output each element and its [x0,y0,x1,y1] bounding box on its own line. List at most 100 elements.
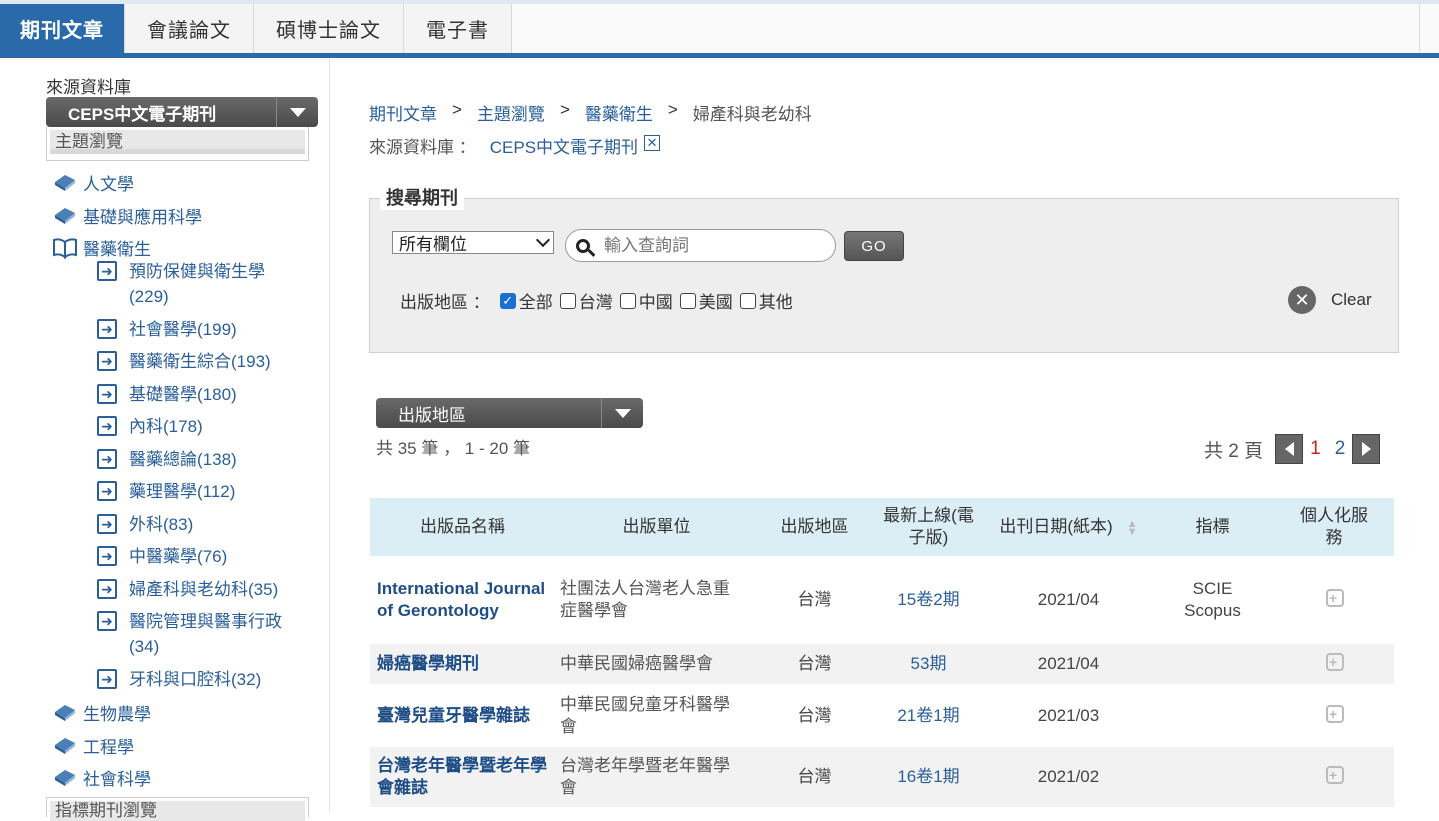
closed-book-icon [52,767,78,789]
sidebar-item-label: 醫藥衛生 [83,240,151,259]
search-icon [576,238,590,253]
latest-issue-link[interactable]: 15卷2期 [871,556,986,644]
arrow-right-icon: ➜ [97,611,117,631]
closed-book-icon [52,702,78,724]
region-option-label: 全部 [518,293,553,312]
region-cell: 台灣 [797,705,832,725]
region-option-taiwan[interactable]: 台灣 [559,288,613,313]
sort-select[interactable]: 出版地區 [376,398,643,428]
latest-issue-link[interactable]: 16卷1期 [871,747,986,807]
add-to-favorites-icon[interactable]: + [1323,704,1345,723]
sidebar-item-social-science[interactable]: 社會科學 [52,765,151,790]
search-field-select[interactable]: 所有欄位 [392,231,554,254]
arrow-right-icon: ➜ [97,319,117,339]
subcategory-item[interactable]: ➜ 醫藥衛生綜合(193) [97,349,317,374]
publisher-cell: 台灣老年學暨老年醫學會 [560,756,730,797]
add-to-favorites-icon[interactable]: + [1323,652,1345,671]
journal-title-link[interactable]: 婦癌醫學期刊 [370,644,555,684]
checkbox[interactable] [739,292,756,309]
sort-select-value: 出版地區 [398,405,466,425]
region-cell: 台灣 [797,767,832,786]
arrow-right-icon: ➜ [97,384,117,404]
region-cell: 台灣 [797,654,832,673]
sidebar-item-label: 社會科學 [83,770,151,789]
source-filter-value: CEPS中文電子期刊 [489,138,639,157]
personal-cell: + [1274,556,1394,644]
checkbox[interactable] [679,292,696,309]
breadcrumb-medicine-health[interactable]: 醫藥衛生 [585,100,653,125]
subcategory-item[interactable]: ➜ 中醫藥學(76) [97,544,317,569]
subcategory-label: 藥理醫學(112) [129,482,236,501]
subcategory-item[interactable]: ➜ 藥理醫學(112) [97,479,317,504]
region-option-other[interactable]: 其他 [739,288,793,313]
source-db-select[interactable]: CEPS中文電子期刊 [46,97,318,127]
clear-label: Clear [1331,290,1372,309]
subcategory-item[interactable]: ➜ 牙科與口腔科(32) [97,667,317,692]
sidebar-item-bio-agriculture[interactable]: 生物農學 [52,700,151,725]
add-to-favorites-icon[interactable]: + [1323,588,1345,607]
latest-issue-link[interactable]: 21卷1期 [871,684,986,747]
tab-conference-papers[interactable]: 會議論文 [125,4,254,53]
sidebar-item-label: 工程學 [83,738,134,757]
sidebar-item-label: 人文學 [83,175,134,194]
latest-issue-link[interactable]: 53期 [871,644,986,684]
sidebar-item-label: 生物農學 [83,705,151,724]
personal-cell: + [1274,747,1394,807]
subcategory-item[interactable]: ➜ 醫藥總論(138) [97,447,317,472]
next-page-button[interactable] [1352,434,1381,464]
subcategory-item[interactable]: ➜ 基礎醫學(180) [97,382,317,407]
arrow-right-icon: ➜ [97,261,117,281]
col-header-personal: 個人化服務 [1300,506,1368,547]
tab-theses[interactable]: 碩博士論文 [254,4,404,53]
go-button[interactable]: GO [844,231,904,261]
sidebar-item-humanities[interactable]: 人文學 [52,170,134,195]
sidebar-item-engineering[interactable]: 工程學 [52,733,134,758]
search-panel-title: 搜尋期刊 [380,184,464,210]
tab-journal-articles[interactable]: 期刊文章 [0,4,125,53]
personal-cell: + [1274,684,1394,747]
journal-title-link[interactable]: 台灣老年醫學暨老年學會雜誌 [370,747,555,807]
chevron-down-icon [535,232,551,248]
sort-icon[interactable]: ▲ ▼ [1127,518,1138,537]
checkbox-checked[interactable]: ✓ [499,292,516,309]
search-field-value: 所有欄位 [399,235,467,254]
checkbox[interactable] [559,292,576,309]
arrow-right-icon: ➜ [97,416,117,436]
region-option-china[interactable]: 中國 [619,288,673,313]
sidebar-item-basic-applied-science[interactable]: 基礎與應用科學 [52,203,202,228]
breadcrumb-separator: > [667,100,678,119]
subcategory-item[interactable]: ➜ 內科(178) [97,414,317,439]
subcategory-item[interactable]: ➜ 社會醫學(199) [97,317,317,342]
breadcrumb-journal-articles[interactable]: 期刊文章 [369,100,437,125]
breadcrumb-separator: > [559,100,570,119]
region-option-label: 台灣 [578,293,613,312]
clear-button[interactable]: ✕ Clear [1288,286,1372,314]
sidebar-item-medicine-health[interactable]: 醫藥衛生 [52,235,151,260]
add-to-favorites-icon[interactable]: + [1323,765,1345,784]
publisher-cell: 社團法人台灣老人急重症醫學會 [560,579,730,620]
top-nav-edge [1419,4,1439,53]
region-option-label: 中國 [638,293,673,312]
sidebar-item-label: 基礎與應用科學 [83,208,202,227]
subcategory-label: 基礎醫學(180) [129,385,237,404]
subcategory-label: 中醫藥學(76) [129,547,228,566]
prev-page-button[interactable] [1275,434,1304,464]
journal-title-link[interactable]: 臺灣兒童牙醫學雜誌 [370,684,555,747]
search-input[interactable] [604,235,814,256]
subcategory-label: 牙科與口腔科(32) [129,670,262,689]
journal-title-link[interactable]: International Journal of Gerontology [370,556,555,644]
subcategory-item[interactable]: ➜ 預防保健與衛生學 (229) [97,259,317,309]
region-option-usa[interactable]: 美國 [679,288,733,313]
index-cell: SCIE Scopus [1184,579,1241,620]
breadcrumb-topic-browse[interactable]: 主題瀏覽 [477,100,545,125]
region-option-all[interactable]: ✓ 全部 [499,288,553,313]
subcategory-item[interactable]: ➜ 醫院管理與醫事行政 (34) [97,609,317,659]
subcategory-item[interactable]: ➜ 外科(83) [97,512,317,537]
page-number-link[interactable]: 2 [1335,438,1346,460]
col-header-pub-date[interactable]: 出刊日期(紙本) ▲ ▼ [986,498,1151,556]
checkbox[interactable] [619,292,636,309]
index-cell [1151,684,1274,747]
remove-filter-icon[interactable]: ✕ [644,134,661,151]
subcategory-item[interactable]: ➜ 婦產科與老幼科(35) [97,577,317,602]
tab-ebooks[interactable]: 電子書 [404,4,512,53]
